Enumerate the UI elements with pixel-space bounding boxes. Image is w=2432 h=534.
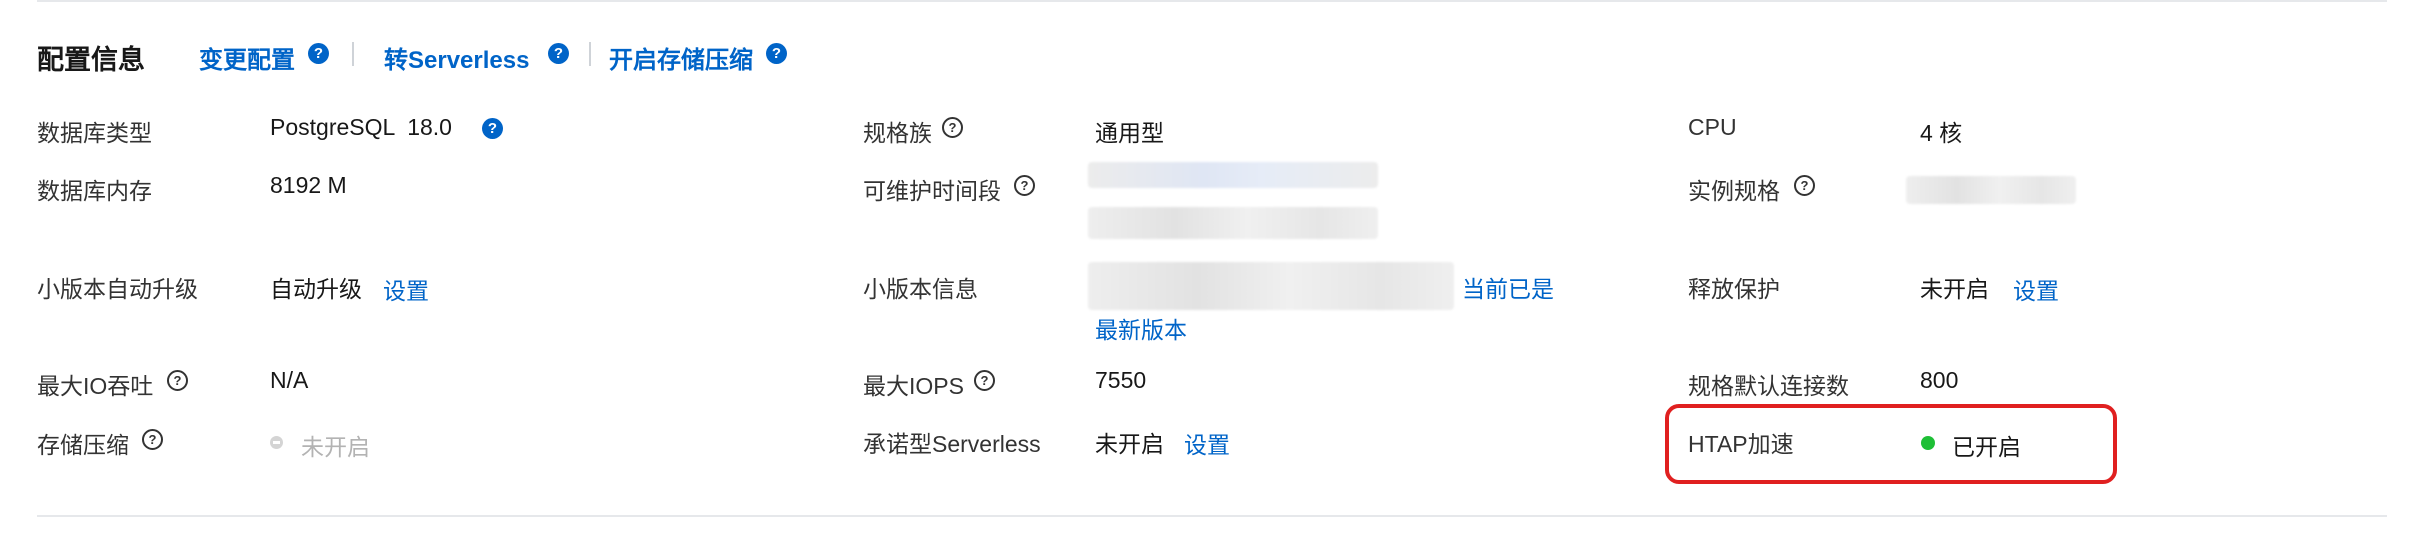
- instance-spec-label: 实例规格: [1688, 178, 1780, 204]
- cpu-label: CPU: [1688, 114, 1737, 140]
- help-icon[interactable]: ?: [482, 118, 503, 139]
- cpu-value: 4 核: [1920, 120, 1963, 146]
- committed-serverless-settings-link[interactable]: 设置: [1184, 426, 1230, 460]
- max-io-label: 最大IO吞吐: [37, 373, 154, 399]
- help-icon[interactable]: ?: [142, 429, 163, 450]
- max-iops-value: 7550: [1095, 367, 1147, 393]
- latest-version-link[interactable]: 当前已是: [1462, 270, 1554, 304]
- highlight-annotation: [1665, 404, 2117, 484]
- committed-serverless-value: 未开启: [1095, 431, 1164, 457]
- default-connections-label: 规格默认连接数: [1688, 373, 1849, 399]
- maintenance-window-label: 可维护时间段: [863, 178, 1001, 204]
- default-connections-value: 800: [1920, 367, 1959, 393]
- release-protection-value: 未开启: [1920, 276, 1989, 302]
- db-memory-label: 数据库内存: [37, 178, 152, 204]
- spec-family-value: 通用型: [1095, 120, 1164, 146]
- db-type-value: PostgreSQL 18.0: [270, 114, 452, 140]
- redacted-value: [1088, 162, 1378, 188]
- help-icon[interactable]: ?: [548, 43, 569, 64]
- latest-version-link[interactable]: 最新版本: [1095, 311, 1187, 345]
- db-type-label: 数据库类型: [37, 120, 152, 146]
- header-separator: [352, 42, 354, 66]
- bottom-divider: [37, 515, 2387, 517]
- to-serverless-link[interactable]: 转Serverless: [384, 40, 529, 75]
- help-icon[interactable]: ?: [974, 370, 995, 391]
- release-protection-label: 释放保护: [1688, 276, 1780, 302]
- minor-version-info-label: 小版本信息: [863, 276, 978, 302]
- help-icon[interactable]: ?: [942, 117, 963, 138]
- committed-serverless-label: 承诺型Serverless: [863, 431, 1041, 457]
- top-divider: [37, 0, 2387, 2]
- help-icon[interactable]: ?: [308, 43, 329, 64]
- change-config-link[interactable]: 变更配置: [199, 40, 295, 75]
- spec-family-label: 规格族: [863, 120, 932, 146]
- release-protection-settings-link[interactable]: 设置: [2013, 272, 2059, 306]
- storage-compression-value: 未开启: [301, 434, 370, 460]
- redacted-value: [1906, 176, 2076, 204]
- db-memory-value: 8192 M: [270, 172, 347, 198]
- minor-auto-upgrade-settings-link[interactable]: 设置: [383, 272, 429, 306]
- redacted-value: [1088, 207, 1378, 239]
- status-off-icon: [270, 436, 283, 449]
- max-io-value: N/A: [270, 367, 309, 393]
- help-icon[interactable]: ?: [1014, 175, 1035, 196]
- max-iops-label: 最大IOPS: [863, 373, 964, 399]
- storage-compression-label: 存储压缩: [37, 432, 129, 458]
- header-separator: [589, 42, 591, 66]
- redacted-value: [1088, 262, 1454, 310]
- minor-auto-upgrade-label: 小版本自动升级: [37, 276, 198, 302]
- help-icon[interactable]: ?: [167, 370, 188, 391]
- help-icon[interactable]: ?: [766, 43, 787, 64]
- enable-storage-compression-link[interactable]: 开启存储压缩: [609, 40, 753, 75]
- section-title: 配置信息: [37, 45, 145, 75]
- minor-auto-upgrade-value: 自动升级: [270, 276, 362, 302]
- help-icon[interactable]: ?: [1794, 175, 1815, 196]
